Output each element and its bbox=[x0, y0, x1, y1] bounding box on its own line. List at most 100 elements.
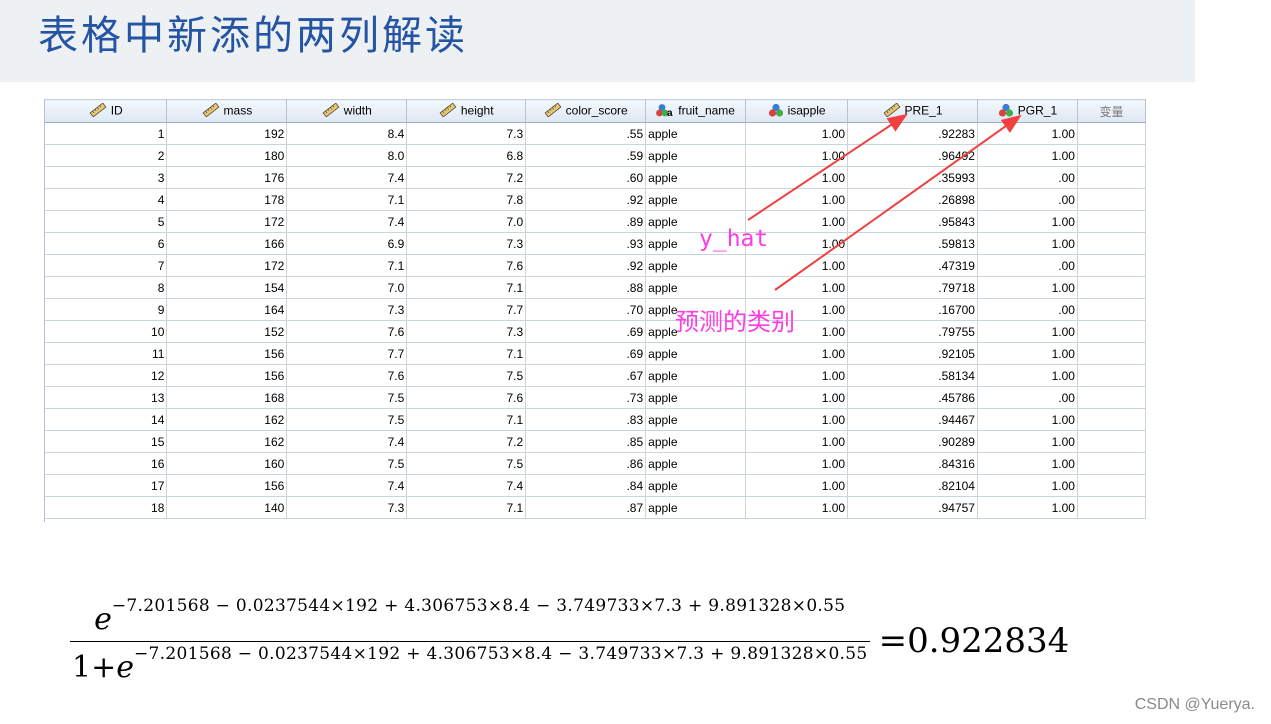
table-cell[interactable]: 7.7 bbox=[286, 342, 408, 365]
table-cell[interactable]: .69 bbox=[525, 320, 647, 343]
table-cell[interactable]: 176 bbox=[166, 166, 288, 189]
table-cell[interactable]: 7.1 bbox=[406, 276, 527, 299]
table-cell[interactable]: .92283 bbox=[847, 122, 978, 145]
table-cell[interactable] bbox=[1077, 320, 1146, 343]
table-cell[interactable]: .86 bbox=[525, 452, 647, 475]
table-cell[interactable] bbox=[1077, 166, 1146, 189]
table-cell[interactable]: 7.4 bbox=[286, 474, 408, 497]
table-cell[interactable]: 1.00 bbox=[745, 474, 849, 497]
table-cell[interactable]: 9 bbox=[45, 298, 168, 321]
column-header-9[interactable]: 变量 bbox=[1077, 99, 1146, 123]
data-grid[interactable]: ID mass width height color_score a fruit_name i… bbox=[44, 99, 1146, 522]
table-cell[interactable]: .92 bbox=[525, 188, 647, 211]
table-cell[interactable]: apple bbox=[645, 122, 747, 145]
table-cell[interactable]: 1.00 bbox=[745, 452, 849, 475]
table-cell[interactable]: 1.00 bbox=[745, 496, 849, 519]
table-cell[interactable]: 13 bbox=[45, 386, 168, 409]
table-cell[interactable]: 10 bbox=[45, 320, 168, 343]
table-cell[interactable]: 156 bbox=[166, 474, 288, 497]
table-cell[interactable]: .16700 bbox=[847, 298, 978, 321]
table-cell[interactable]: .92105 bbox=[847, 342, 978, 365]
table-cell[interactable]: 7.4 bbox=[286, 210, 408, 233]
table-cell[interactable]: .90289 bbox=[847, 430, 978, 453]
table-cell[interactable]: 7.4 bbox=[286, 166, 408, 189]
table-cell[interactable]: 7.5 bbox=[406, 452, 527, 475]
table-cell[interactable]: .88 bbox=[525, 276, 647, 299]
table-cell[interactable]: apple bbox=[645, 276, 747, 299]
table-cell[interactable]: 7.1 bbox=[406, 342, 527, 365]
table-cell[interactable]: 6 bbox=[45, 232, 168, 255]
table-cell[interactable]: .79718 bbox=[847, 276, 978, 299]
table-cell[interactable]: .93 bbox=[525, 232, 647, 255]
table-cell[interactable]: 1.00 bbox=[977, 342, 1078, 365]
table-cell[interactable]: apple bbox=[645, 254, 747, 277]
table-cell[interactable]: 7.1 bbox=[406, 408, 527, 431]
table-cell[interactable]: .47319 bbox=[847, 254, 978, 277]
table-cell[interactable]: .58134 bbox=[847, 364, 978, 387]
table-cell[interactable]: 6.8 bbox=[406, 144, 527, 167]
table-cell[interactable]: .94467 bbox=[847, 408, 978, 431]
table-cell[interactable]: 7.3 bbox=[286, 298, 408, 321]
table-cell[interactable]: 7.1 bbox=[406, 496, 527, 519]
table-cell[interactable]: apple bbox=[645, 166, 747, 189]
table-cell[interactable]: 1 bbox=[45, 122, 168, 145]
table-cell[interactable]: .55 bbox=[525, 122, 647, 145]
table-cell[interactable]: 1.00 bbox=[977, 474, 1078, 497]
table-cell[interactable]: 7.6 bbox=[286, 364, 408, 387]
table-cell[interactable]: 8.4 bbox=[286, 122, 408, 145]
table-cell[interactable]: .84 bbox=[525, 474, 647, 497]
column-header-6[interactable]: isapple bbox=[745, 99, 849, 123]
column-header-2[interactable]: width bbox=[286, 99, 408, 123]
table-cell[interactable] bbox=[1077, 496, 1146, 519]
table-cell[interactable]: 7.2 bbox=[406, 430, 527, 453]
column-header-4[interactable]: color_score bbox=[525, 99, 647, 123]
table-cell[interactable]: .73 bbox=[525, 386, 647, 409]
table-cell[interactable] bbox=[1077, 386, 1146, 409]
table-cell[interactable] bbox=[1077, 342, 1146, 365]
table-cell[interactable]: .45786 bbox=[847, 386, 978, 409]
column-header-7[interactable]: PRE_1 bbox=[847, 99, 978, 123]
table-cell[interactable]: 1.00 bbox=[745, 166, 849, 189]
table-cell[interactable]: 7.3 bbox=[406, 320, 527, 343]
table-cell[interactable]: 1.00 bbox=[977, 452, 1078, 475]
table-cell[interactable]: 1.00 bbox=[977, 232, 1078, 255]
table-cell[interactable]: 16 bbox=[45, 452, 168, 475]
table-cell[interactable]: 1.00 bbox=[745, 254, 849, 277]
table-cell[interactable]: .00 bbox=[977, 254, 1078, 277]
table-cell[interactable]: 1.00 bbox=[745, 188, 849, 211]
table-cell[interactable]: 7.2 bbox=[406, 166, 527, 189]
table-cell[interactable]: 3 bbox=[45, 166, 168, 189]
table-cell[interactable]: 1.00 bbox=[977, 144, 1078, 167]
table-cell[interactable]: .96492 bbox=[847, 144, 978, 167]
table-cell[interactable]: apple bbox=[645, 342, 747, 365]
table-cell[interactable]: 166 bbox=[166, 232, 288, 255]
table-cell[interactable]: 156 bbox=[166, 342, 288, 365]
table-cell[interactable]: 7.8 bbox=[406, 188, 527, 211]
table-cell[interactable]: 7.5 bbox=[286, 386, 408, 409]
table-cell[interactable]: 154 bbox=[166, 276, 288, 299]
table-cell[interactable]: 1.00 bbox=[745, 144, 849, 167]
table-cell[interactable]: apple bbox=[645, 496, 747, 519]
table-cell[interactable]: 11 bbox=[45, 342, 168, 365]
table-cell[interactable]: 7.3 bbox=[406, 122, 527, 145]
table-cell[interactable]: 1.00 bbox=[977, 276, 1078, 299]
table-cell[interactable]: 1.00 bbox=[977, 210, 1078, 233]
table-cell[interactable] bbox=[1077, 298, 1146, 321]
table-cell[interactable]: 1.00 bbox=[977, 320, 1078, 343]
table-cell[interactable]: 1.00 bbox=[977, 122, 1078, 145]
table-cell[interactable] bbox=[1077, 430, 1146, 453]
table-cell[interactable]: 1.00 bbox=[745, 342, 849, 365]
table-cell[interactable]: 1.00 bbox=[745, 364, 849, 387]
table-cell[interactable]: 8.0 bbox=[286, 144, 408, 167]
table-cell[interactable]: 152 bbox=[166, 320, 288, 343]
table-cell[interactable]: 1.00 bbox=[745, 408, 849, 431]
table-cell[interactable]: 7.1 bbox=[286, 188, 408, 211]
table-cell[interactable]: .00 bbox=[977, 386, 1078, 409]
table-cell[interactable]: .00 bbox=[977, 166, 1078, 189]
table-cell[interactable]: 1.00 bbox=[977, 408, 1078, 431]
table-cell[interactable]: 7 bbox=[45, 254, 168, 277]
table-cell[interactable]: 172 bbox=[166, 254, 288, 277]
table-cell[interactable] bbox=[1077, 122, 1146, 145]
table-cell[interactable]: 162 bbox=[166, 430, 288, 453]
table-cell[interactable]: 17 bbox=[45, 474, 168, 497]
